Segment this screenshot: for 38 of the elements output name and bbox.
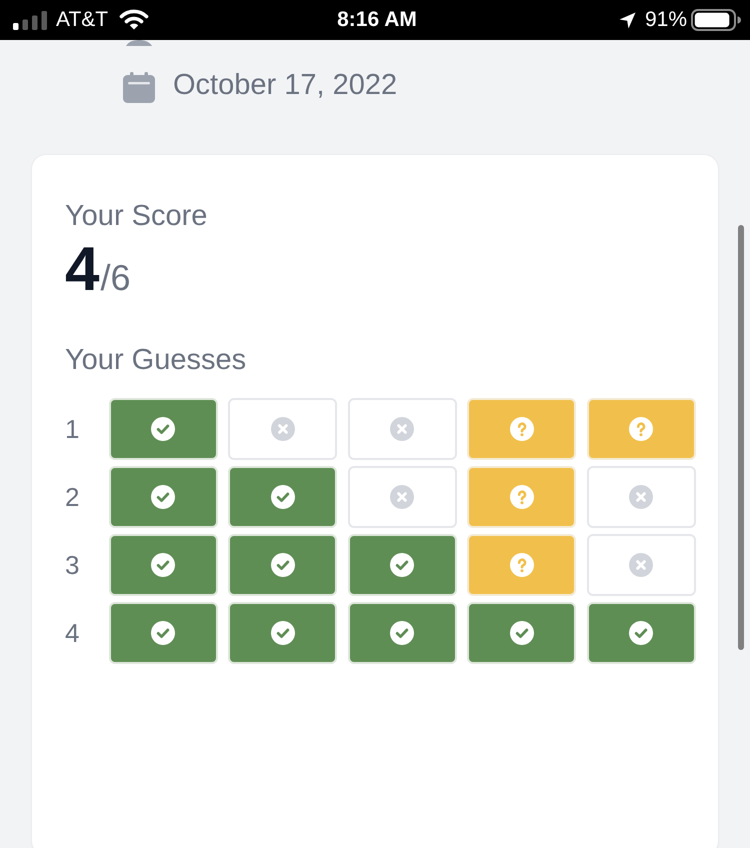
calendar-icon bbox=[123, 72, 155, 103]
battery-percent: 91% bbox=[644, 8, 687, 32]
score-number: 4 bbox=[65, 239, 100, 301]
row-number: 4 bbox=[65, 618, 80, 648]
score-total: /6 bbox=[100, 258, 131, 298]
check-icon bbox=[151, 553, 175, 577]
check-icon bbox=[510, 621, 534, 645]
check-icon bbox=[270, 553, 294, 577]
row-number: 1 bbox=[65, 414, 80, 444]
check-icon bbox=[390, 553, 414, 577]
check-icon bbox=[629, 621, 653, 645]
x-icon bbox=[270, 417, 294, 441]
x-icon bbox=[390, 417, 414, 441]
x-icon bbox=[629, 553, 653, 577]
question-icon bbox=[510, 417, 534, 441]
check-icon bbox=[390, 621, 414, 645]
location-icon bbox=[618, 12, 636, 28]
battery-icon bbox=[691, 9, 741, 31]
check-icon bbox=[151, 621, 175, 645]
row-number: 2 bbox=[65, 482, 80, 512]
x-icon bbox=[629, 485, 653, 509]
check-icon bbox=[270, 485, 294, 509]
check-icon bbox=[270, 621, 294, 645]
signal-icon bbox=[13, 10, 47, 30]
question-icon bbox=[510, 485, 534, 509]
wifi-icon bbox=[119, 8, 150, 30]
person-icon bbox=[123, 40, 155, 46]
carrier-name: AT&T bbox=[56, 8, 108, 32]
guesses-label: Your Guesses bbox=[65, 343, 248, 377]
question-icon bbox=[510, 553, 534, 577]
question-icon bbox=[629, 417, 653, 441]
x-icon bbox=[390, 485, 414, 509]
check-icon bbox=[151, 485, 175, 509]
event-date: October 17, 2022 bbox=[173, 68, 398, 103]
score-label: Your Score bbox=[65, 199, 208, 233]
row-number: 3 bbox=[65, 550, 80, 580]
check-icon bbox=[151, 417, 175, 441]
clock-time: 8:16 AM bbox=[337, 8, 417, 32]
